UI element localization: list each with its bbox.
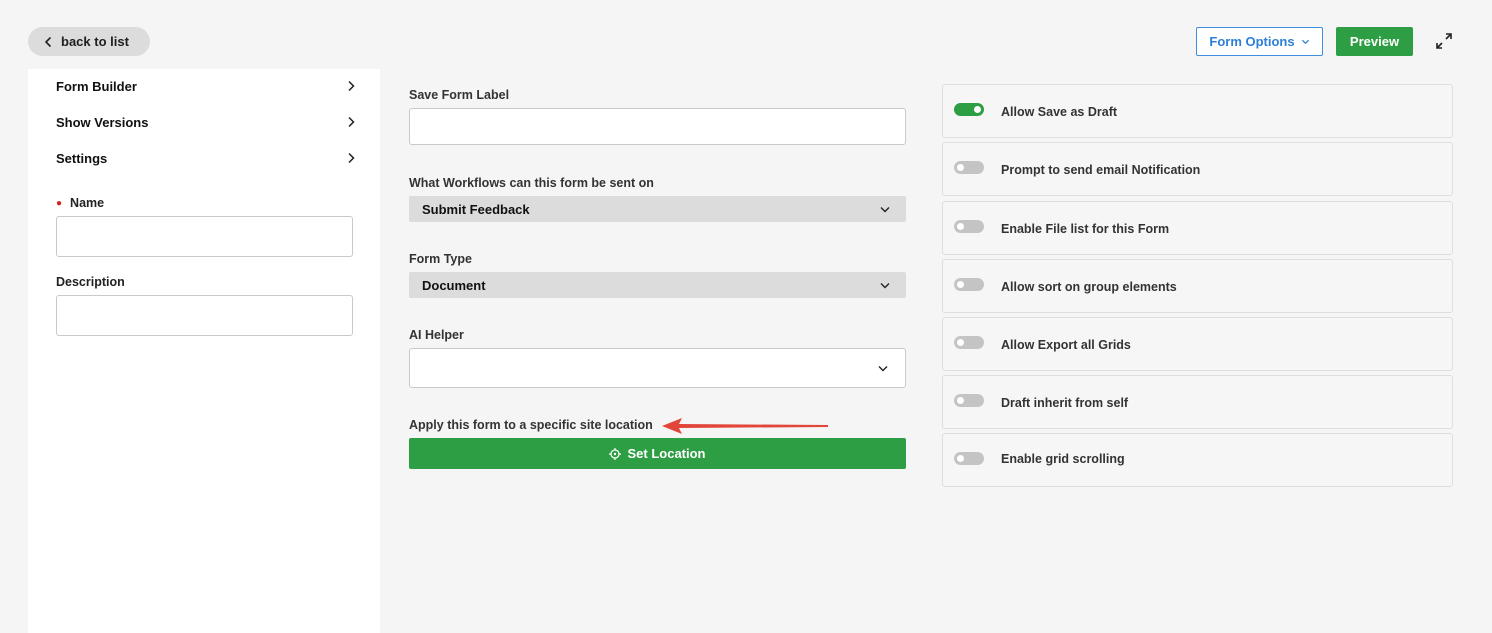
form-options-label: Form Options [1209,34,1295,49]
description-field-label: Description [56,275,125,289]
chevron-right-icon [348,80,355,92]
expand-fullscreen-icon[interactable] [1435,32,1453,50]
ai-helper-label: AI Helper [409,328,464,342]
set-location-label: Set Location [627,446,706,461]
toggle-label: Allow sort on group elements [1001,280,1177,294]
workflows-label: What Workflows can this form be sent on [409,176,654,190]
preview-button[interactable]: Preview [1336,27,1413,56]
toggle-label: Prompt to send email Notification [1001,163,1201,177]
toggle-knob [957,397,964,404]
sidebar: Form Builder Show Versions Settings ● Nam… [28,69,380,633]
crosshair-icon [609,447,622,460]
form-options-dropdown[interactable]: Form Options [1196,27,1323,56]
toggle-row-sort-group: Allow sort on group elements [942,259,1453,313]
form-type-select[interactable]: Document [409,272,906,298]
chevron-right-icon [348,152,355,164]
sidebar-item-label: Form Builder [56,78,137,94]
preview-label: Preview [1349,34,1400,49]
sidebar-item-form-builder[interactable]: Form Builder [56,74,356,98]
name-label-text: Name [70,196,105,210]
allow-save-draft-toggle[interactable] [954,103,984,116]
toggle-row-email-notification: Prompt to send email Notification [942,142,1453,196]
export-grids-toggle[interactable] [954,336,984,349]
ai-helper-select[interactable] [409,348,906,388]
chevron-left-icon [45,36,51,47]
save-form-label-heading: Save Form Label [409,88,510,102]
chevron-down-icon [1301,39,1309,45]
form-settings-page: back to list Form Options Preview Form B… [0,0,1492,633]
toggle-label: Allow Export all Grids [1001,338,1131,352]
grid-scrolling-toggle[interactable] [954,452,984,465]
toggle-row-allow-save-draft: Allow Save as Draft [942,84,1453,138]
sidebar-item-settings[interactable]: Settings [56,146,356,170]
sidebar-item-label: Settings [56,150,108,166]
toggle-label: Allow Save as Draft [1001,105,1118,119]
annotation-arrow-icon [662,418,828,434]
chevron-down-icon [878,365,888,371]
toggle-knob [957,455,964,462]
toggle-row-grid-scrolling: Enable grid scrolling [942,433,1453,487]
save-form-label-input[interactable] [409,108,906,145]
chevron-down-icon [880,282,890,288]
email-notification-toggle[interactable] [954,161,984,174]
toggle-row-file-list: Enable File list for this Form [942,201,1453,255]
workflows-selected-value: Submit Feedback [422,201,530,217]
name-input[interactable] [56,216,353,257]
form-type-selected-value: Document [422,277,486,293]
toggle-row-draft-inherit: Draft inherit from self [942,375,1453,429]
toggle-label: Enable File list for this Form [1001,222,1170,236]
toggle-knob [957,281,964,288]
toggle-knob [957,339,964,346]
toggle-knob [957,223,964,230]
draft-inherit-toggle[interactable] [954,394,984,407]
file-list-toggle[interactable] [954,220,984,233]
sidebar-item-show-versions[interactable]: Show Versions [56,110,356,134]
sort-group-toggle[interactable] [954,278,984,291]
description-input[interactable] [56,295,353,336]
toggle-label: Draft inherit from self [1001,396,1129,410]
sidebar-item-label: Show Versions [56,114,149,130]
chevron-down-icon [880,206,890,212]
toggle-knob [974,106,981,113]
set-location-button[interactable]: Set Location [409,438,906,469]
toggle-knob [957,164,964,171]
back-to-list-label: back to list [61,34,129,49]
apply-location-label: Apply this form to a specific site locat… [409,418,653,432]
required-indicator: ● [56,198,63,209]
toggle-label: Enable grid scrolling [1001,452,1125,466]
form-type-label: Form Type [409,252,472,266]
back-to-list-button[interactable]: back to list [28,27,150,56]
chevron-right-icon [348,116,355,128]
name-field-label: ● Name [56,196,104,210]
workflows-select[interactable]: Submit Feedback [409,196,906,222]
toggle-row-export-grids: Allow Export all Grids [942,317,1453,371]
